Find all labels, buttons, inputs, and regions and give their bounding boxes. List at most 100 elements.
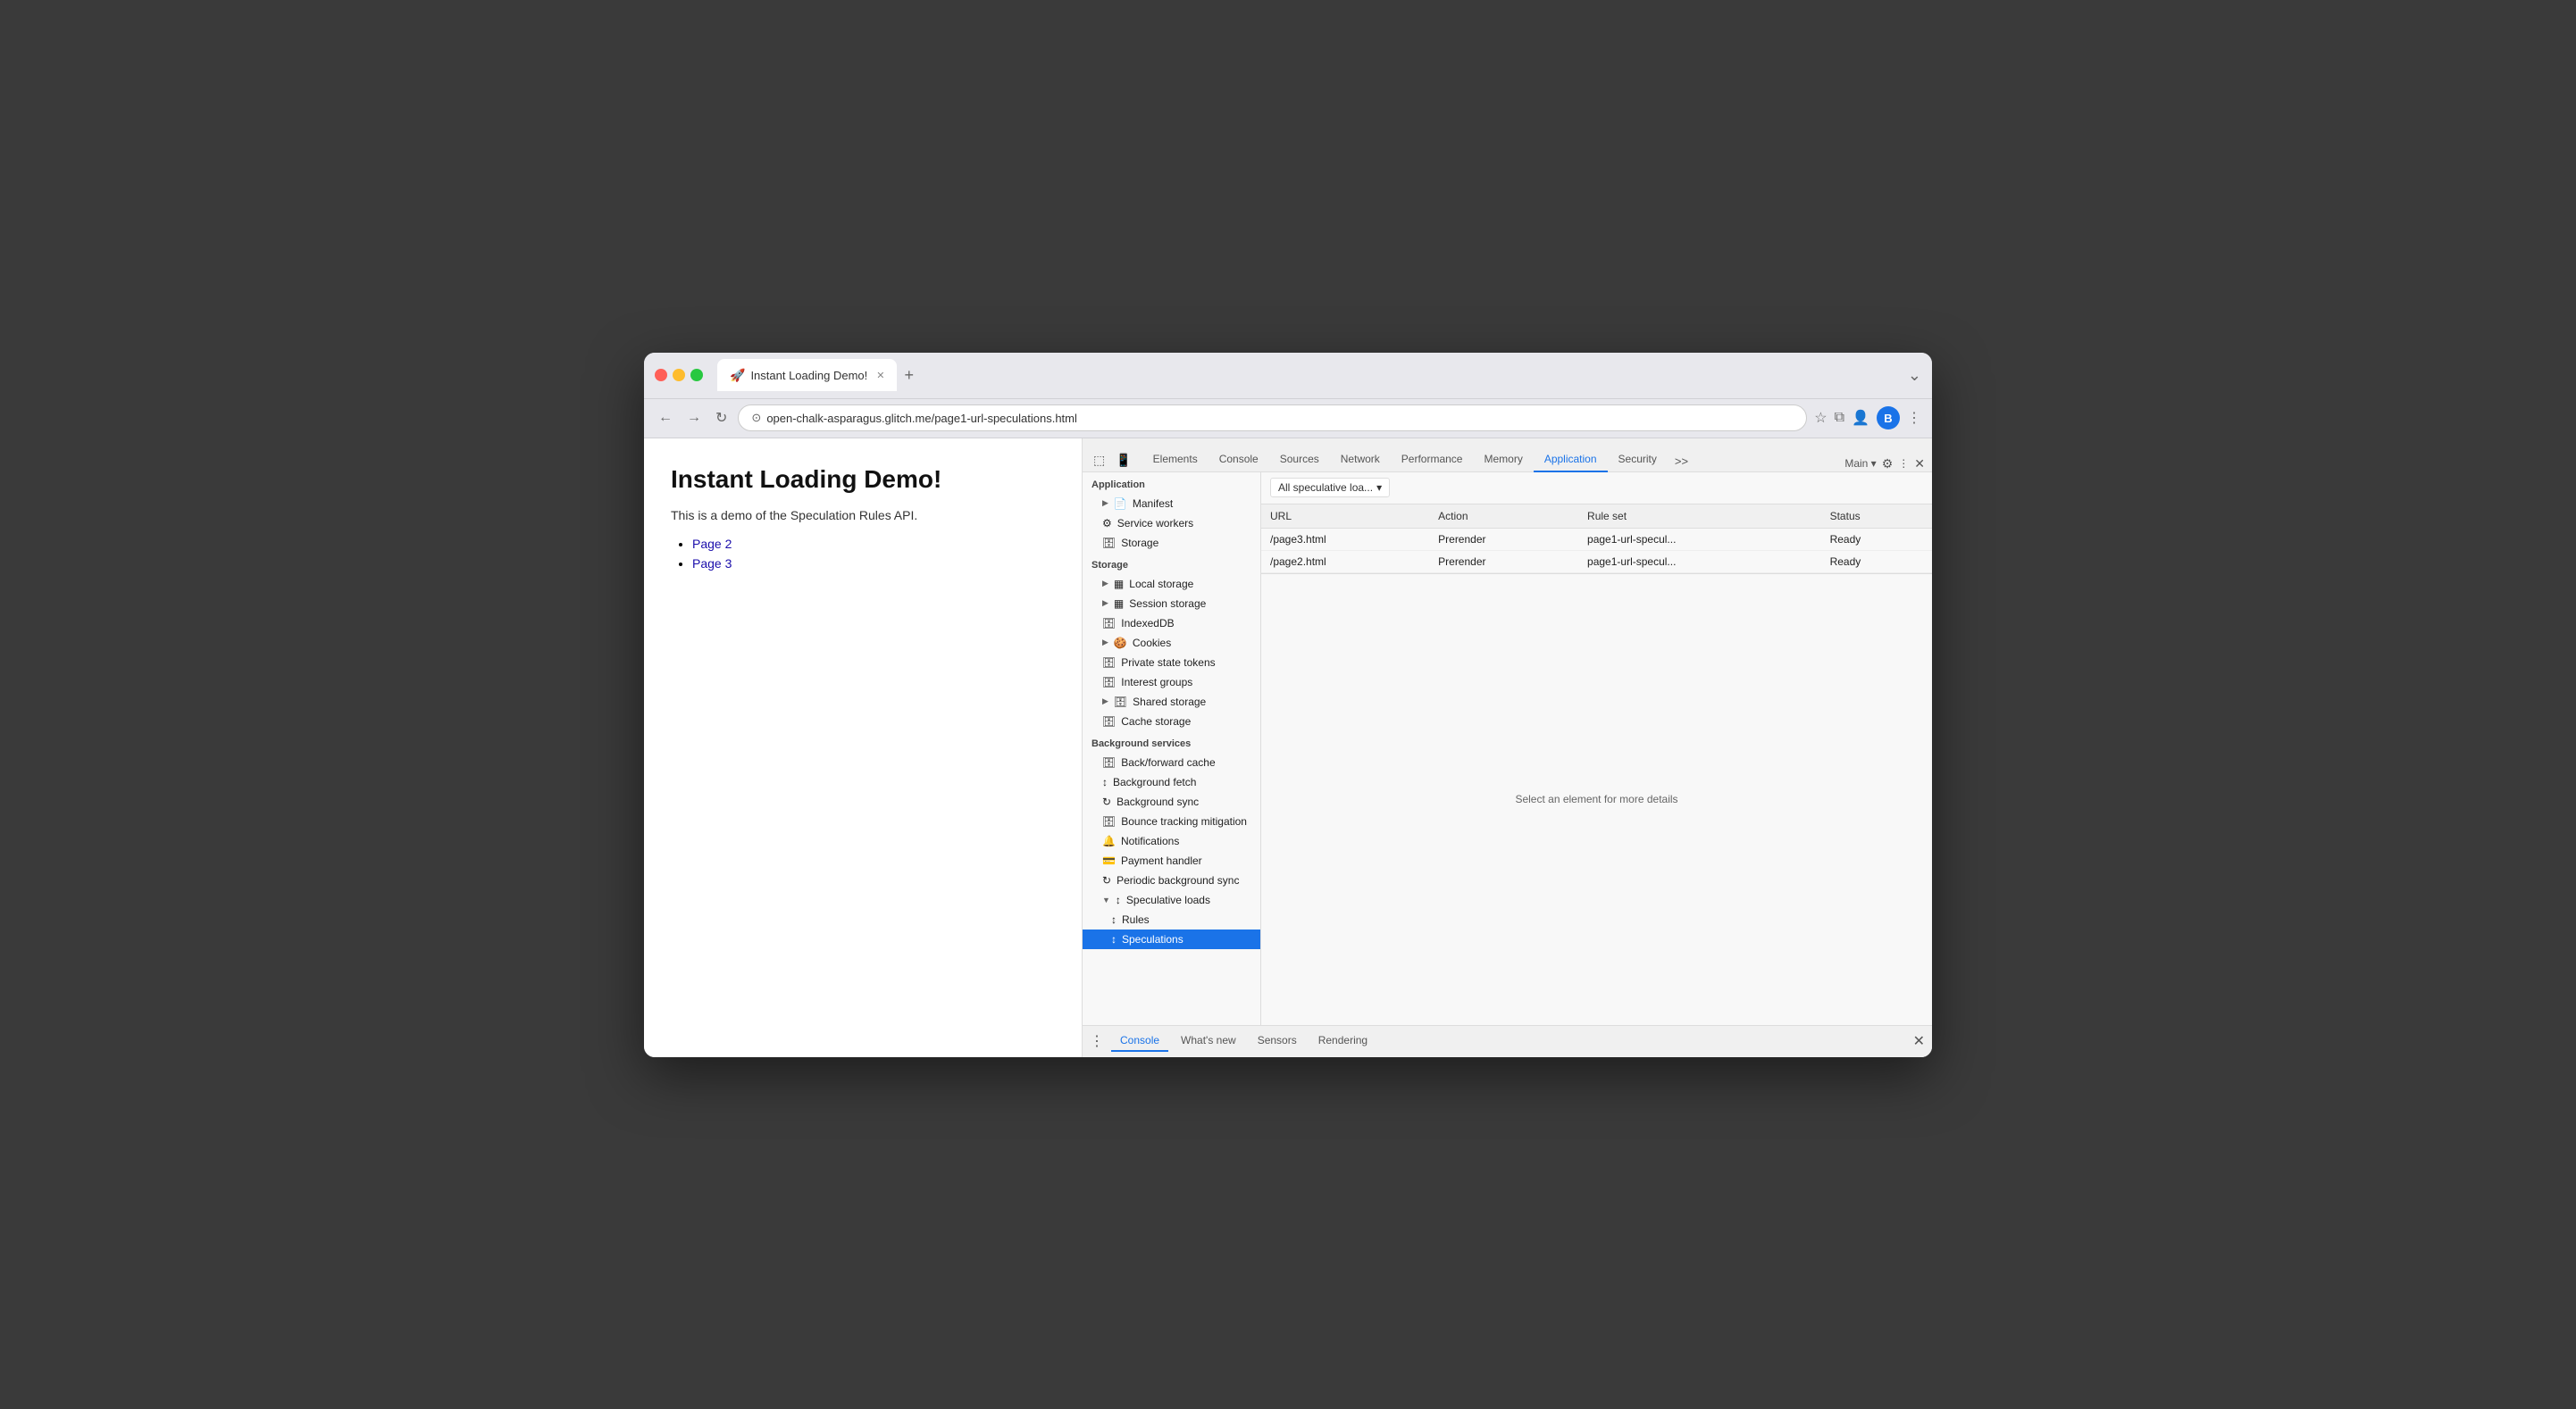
row-ruleset: page1-url-specul... xyxy=(1578,550,1821,572)
speculative-loads-icon: ↕ xyxy=(1116,894,1121,906)
devtools-main-panel: All speculative loa... ▾ URL Action Rule… xyxy=(1261,472,1932,1025)
title-bar: 🚀 Instant Loading Demo! ✕ + ⌄ xyxy=(644,353,1932,399)
devtools-close-icon[interactable]: ✕ xyxy=(1914,456,1925,471)
close-button[interactable] xyxy=(655,369,667,381)
tab-security[interactable]: Security xyxy=(1608,447,1668,472)
sidebar-item-background-sync[interactable]: ↻ Background sync xyxy=(1083,792,1260,812)
sidebar-item-session-storage[interactable]: ▶ ▦ Session storage xyxy=(1083,594,1260,613)
sidebar-item-service-workers[interactable]: ⚙ Service workers xyxy=(1083,513,1260,533)
sidebar-item-bounce-tracking[interactable]: 🗄 Bounce tracking mitigation xyxy=(1083,812,1260,831)
forward-button[interactable]: → xyxy=(683,406,705,429)
sidebar-manifest-label: Manifest xyxy=(1133,497,1173,510)
traffic-lights xyxy=(655,369,703,381)
table-row[interactable]: /page3.html Prerender page1-url-specul..… xyxy=(1261,528,1932,550)
more-options-icon[interactable]: ⋮ xyxy=(1898,457,1909,470)
indexeddb-icon: 🗄 xyxy=(1102,617,1116,629)
sidebar-item-shared-storage[interactable]: ▶ 🗄 Shared storage xyxy=(1083,692,1260,712)
tab-memory[interactable]: Memory xyxy=(1473,447,1533,472)
sidebar-ss-label: Session storage xyxy=(1129,597,1206,610)
arrow-icon: ▶ xyxy=(1102,696,1108,706)
cookies-icon: 🍪 xyxy=(1114,637,1127,649)
menu-icon[interactable]: ⋮ xyxy=(1907,409,1921,427)
page-description: This is a demo of the Speculation Rules … xyxy=(671,508,1055,522)
row-status: Ready xyxy=(1821,528,1932,550)
tab-sources[interactable]: Sources xyxy=(1269,447,1330,472)
manifest-icon: 📄 xyxy=(1114,497,1127,510)
settings-icon[interactable]: ⚙ xyxy=(1882,456,1894,471)
security-icon: ⊙ xyxy=(751,411,761,425)
sidebar-bgfetch-label: Background fetch xyxy=(1113,776,1196,788)
sidebar-specloads-label: Speculative loads xyxy=(1126,894,1210,906)
maximize-button[interactable] xyxy=(690,369,703,381)
tab-close-icon[interactable]: ✕ xyxy=(876,370,884,381)
row-action: Prerender xyxy=(1429,528,1578,550)
bottom-tab-whats-new[interactable]: What's new xyxy=(1172,1030,1245,1052)
sidebar-item-manifest[interactable]: ▶ 📄 Manifest xyxy=(1083,494,1260,513)
list-item: Page 3 xyxy=(692,556,1055,572)
browser-tab[interactable]: 🚀 Instant Loading Demo! ✕ xyxy=(717,359,897,391)
tab-area: 🚀 Instant Loading Demo! ✕ + xyxy=(717,359,1901,391)
arrow-icon: ▶ xyxy=(1102,579,1108,588)
sidebar-bgsync-label: Background sync xyxy=(1117,796,1199,808)
devtools-bottom-bar: ⋮ Console What's new Sensors Rendering ✕ xyxy=(1083,1025,1932,1057)
tab-favicon-icon: 🚀 xyxy=(730,368,745,383)
sidebar-item-private-state-tokens[interactable]: 🗄 Private state tokens xyxy=(1083,653,1260,672)
tab-console[interactable]: Console xyxy=(1209,447,1269,472)
speculative-loads-filter[interactable]: All speculative loa... ▾ xyxy=(1270,478,1390,497)
detail-panel: Select an element for more details xyxy=(1261,574,1932,1025)
bottom-close-icon[interactable]: ✕ xyxy=(1913,1032,1925,1050)
minimize-button[interactable] xyxy=(673,369,685,381)
back-button[interactable]: ← xyxy=(655,406,676,429)
sidebar-item-speculations[interactable]: ↕ Speculations xyxy=(1083,930,1260,949)
sidebar-item-periodic-bg-sync[interactable]: ↻ Periodic background sync xyxy=(1083,871,1260,890)
tab-network[interactable]: Network xyxy=(1330,447,1391,472)
bottom-dots-icon[interactable]: ⋮ xyxy=(1090,1032,1104,1050)
bottom-tab-sensors[interactable]: Sensors xyxy=(1249,1030,1306,1052)
sidebar-item-notifications[interactable]: 🔔 Notifications xyxy=(1083,831,1260,851)
sidebar-item-cache-storage[interactable]: 🗄 Cache storage xyxy=(1083,712,1260,731)
sidebar-sw-label: Service workers xyxy=(1117,517,1193,529)
devtools-toolbar: All speculative loa... ▾ xyxy=(1261,472,1932,504)
detail-text: Select an element for more details xyxy=(1515,793,1677,805)
bg-services-section-label: Background services xyxy=(1083,731,1260,753)
sidebar-item-interest-groups[interactable]: 🗄 Interest groups xyxy=(1083,672,1260,692)
sidebar-item-storage[interactable]: 🗄 Storage xyxy=(1083,533,1260,553)
list-item: Page 2 xyxy=(692,537,1055,553)
context-selector[interactable]: Main ▾ xyxy=(1844,457,1876,470)
speculations-table: URL Action Rule set Status /page3.html P… xyxy=(1261,504,1932,574)
sidebar-item-speculative-loads[interactable]: ▼ ↕ Speculative loads xyxy=(1083,890,1260,910)
local-storage-icon: ▦ xyxy=(1114,578,1124,590)
avatar[interactable]: B xyxy=(1877,406,1900,429)
sidebar-cache-label: Cache storage xyxy=(1121,715,1191,728)
sidebar-cookies-label: Cookies xyxy=(1133,637,1171,649)
bottom-tab-console[interactable]: Console xyxy=(1111,1030,1168,1052)
inspect-icon[interactable]: ⬚ xyxy=(1090,449,1108,471)
bottom-tab-rendering[interactable]: Rendering xyxy=(1309,1030,1376,1052)
more-tabs-button[interactable]: >> xyxy=(1668,451,1695,471)
sidebar-item-indexeddb[interactable]: 🗄 IndexedDB xyxy=(1083,613,1260,633)
page2-link[interactable]: Page 2 xyxy=(692,537,732,551)
tab-performance[interactable]: Performance xyxy=(1391,447,1474,472)
address-bar[interactable]: ⊙ open-chalk-asparagus.glitch.me/page1-u… xyxy=(738,404,1807,431)
new-tab-button[interactable]: + xyxy=(904,366,914,385)
extensions-icon[interactable]: ⧉ xyxy=(1835,410,1844,426)
sidebar-item-cookies[interactable]: ▶ 🍪 Cookies xyxy=(1083,633,1260,653)
profile-icon[interactable]: 👤 xyxy=(1852,409,1869,427)
page3-link[interactable]: Page 3 xyxy=(692,556,732,571)
tab-application[interactable]: Application xyxy=(1534,447,1608,472)
sidebar-item-back-forward-cache[interactable]: 🗄 Back/forward cache xyxy=(1083,753,1260,772)
reload-button[interactable]: ↻ xyxy=(712,405,731,430)
tab-elements[interactable]: Elements xyxy=(1142,447,1209,472)
sidebar-item-background-fetch[interactable]: ↕ Background fetch xyxy=(1083,772,1260,792)
device-icon[interactable]: 📱 xyxy=(1112,449,1134,471)
sidebar-item-rules[interactable]: ↕ Rules xyxy=(1083,910,1260,930)
sidebar-item-payment-handler[interactable]: 💳 Payment handler xyxy=(1083,851,1260,871)
row-action: Prerender xyxy=(1429,550,1578,572)
devtools-sidebar: Application ▶ 📄 Manifest ⚙ Service worke… xyxy=(1083,472,1261,1025)
bookmark-icon[interactable]: ☆ xyxy=(1814,409,1827,427)
arrow-icon: ▶ xyxy=(1102,498,1108,508)
window-controls: ⌄ xyxy=(1908,366,1921,385)
table-row[interactable]: /page2.html Prerender page1-url-specul..… xyxy=(1261,550,1932,572)
sidebar-item-local-storage[interactable]: ▶ ▦ Local storage xyxy=(1083,574,1260,594)
shared-storage-icon: 🗄 xyxy=(1114,696,1127,708)
